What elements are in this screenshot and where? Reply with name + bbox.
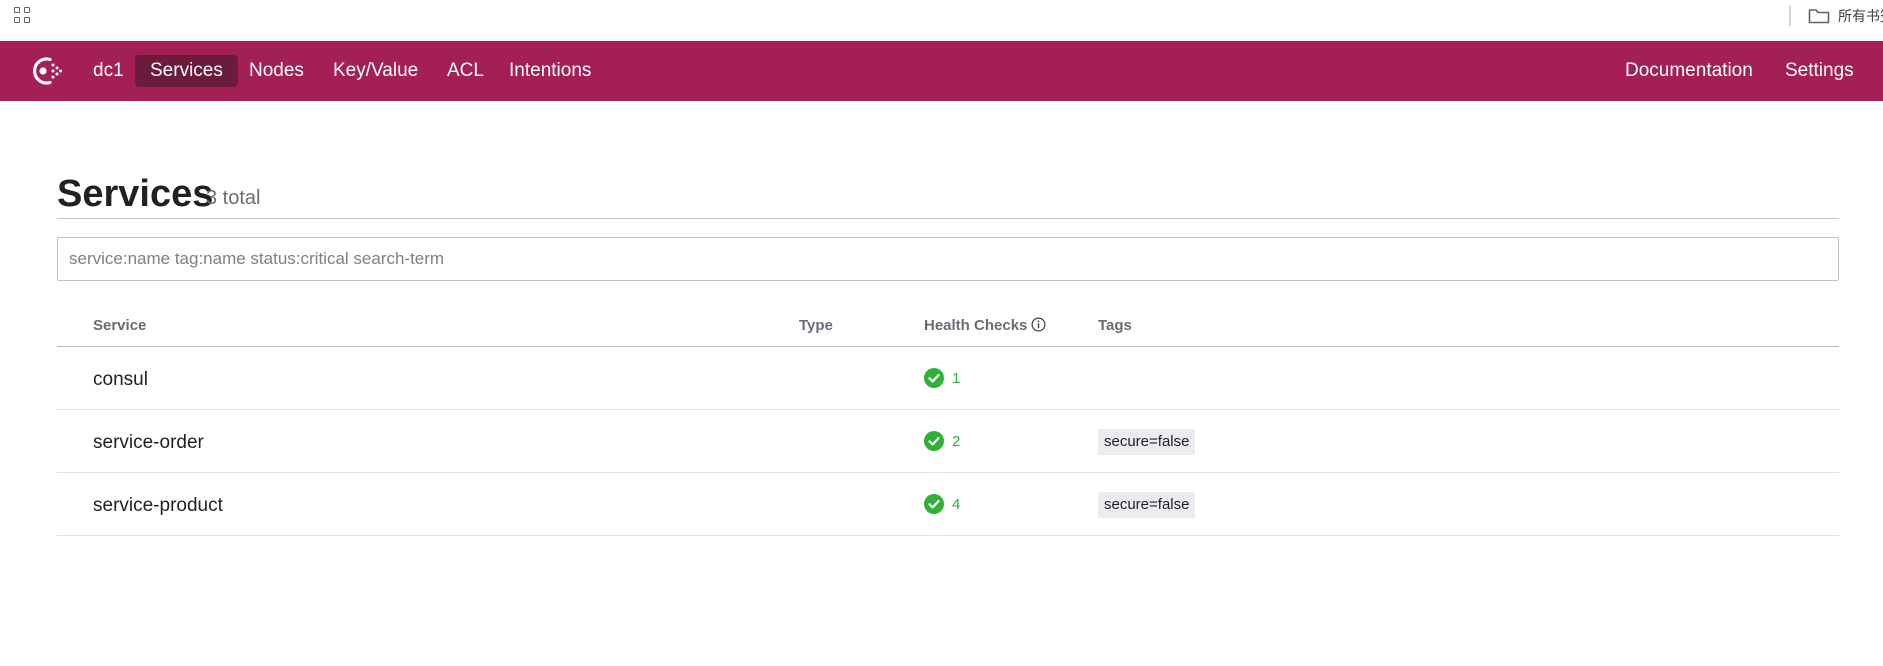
health-checks-passing: 1 xyxy=(924,367,960,389)
service-name[interactable]: service-order xyxy=(93,432,204,454)
nav-key-value[interactable]: Key/Value xyxy=(318,55,433,87)
health-checks-passing: 2 xyxy=(924,430,960,452)
bookmarks-separator xyxy=(1789,5,1791,26)
service-tag: secure=false xyxy=(1098,492,1196,518)
passing-count: 4 xyxy=(952,495,961,513)
column-header-type[interactable]: Type xyxy=(799,317,833,334)
datacenter-selector[interactable]: dc1 xyxy=(78,55,139,87)
consul-logo-icon[interactable] xyxy=(26,53,64,89)
page-title: Services xyxy=(57,173,214,215)
passing-count: 1 xyxy=(952,369,961,387)
nav-settings[interactable]: Settings xyxy=(1770,55,1869,87)
table-row[interactable]: consul 1 xyxy=(57,347,1839,410)
all-bookmarks-folder[interactable]: 所有书签 xyxy=(1808,4,1883,28)
apps-grid-icon[interactable] xyxy=(14,7,32,25)
table-row[interactable]: service-product 4 secure=false xyxy=(57,473,1839,536)
service-search-input[interactable] xyxy=(57,237,1839,281)
passing-check-icon xyxy=(924,494,944,514)
bookmarks-bar: 所有书签 xyxy=(0,0,1883,40)
nav-acl[interactable]: ACL xyxy=(432,55,499,87)
passing-count: 2 xyxy=(952,432,961,450)
folder-icon xyxy=(1808,9,1830,24)
column-header-service[interactable]: Service xyxy=(93,317,146,334)
nav-documentation[interactable]: Documentation xyxy=(1610,55,1768,87)
bookmarks-folder-label: 所有书签 xyxy=(1838,8,1883,24)
column-header-tags[interactable]: Tags xyxy=(1098,317,1132,334)
health-checks-label: Health Checks xyxy=(924,317,1028,334)
service-tag: secure=false xyxy=(1098,429,1196,455)
passing-check-icon xyxy=(924,431,944,451)
info-icon[interactable] xyxy=(1031,317,1046,332)
nav-intentions[interactable]: Intentions xyxy=(494,55,606,87)
column-header-health-checks: Health Checks xyxy=(924,317,1046,334)
service-name[interactable]: service-product xyxy=(93,495,223,517)
service-count: 3 total xyxy=(206,187,261,209)
service-name[interactable]: consul xyxy=(93,369,148,391)
health-checks-passing: 4 xyxy=(924,493,960,515)
passing-check-icon xyxy=(924,368,944,388)
title-divider xyxy=(57,218,1839,219)
top-navigation: dc1 Services Nodes Key/Value ACL Intenti… xyxy=(0,41,1883,101)
table-row[interactable]: service-order 2 secure=false xyxy=(57,410,1839,473)
nav-nodes[interactable]: Nodes xyxy=(234,55,319,87)
nav-services[interactable]: Services xyxy=(135,55,238,87)
